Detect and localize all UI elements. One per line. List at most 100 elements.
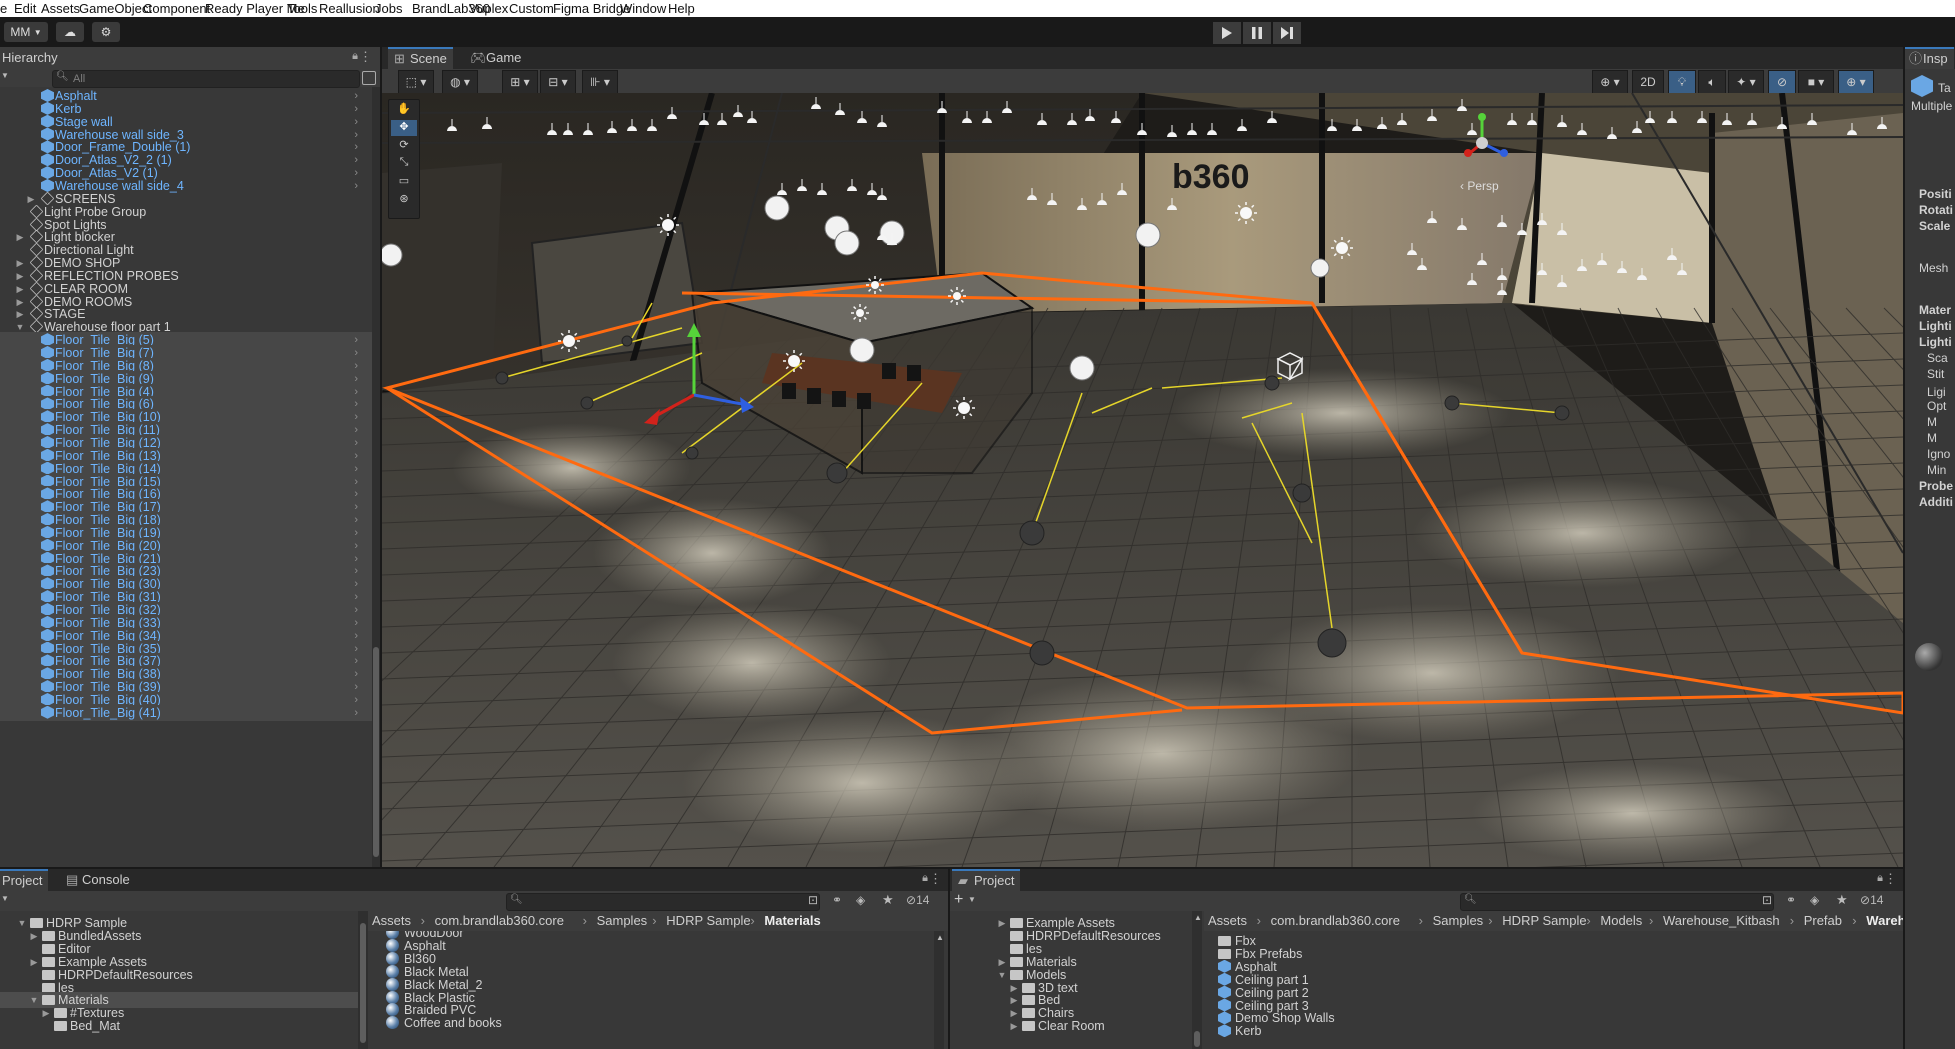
effects-dropdown[interactable]: ✦ ▾ (1728, 70, 1764, 94)
hierarchy-scroll-thumb[interactable] (373, 647, 379, 857)
hidden-count-icon[interactable]: ⊘14 (906, 893, 929, 907)
inspector-row[interactable]: Positi (1919, 187, 1952, 201)
tag-icon[interactable]: ◈ (1810, 893, 1819, 907)
kebab-menu-icon[interactable]: ⋮ (929, 871, 942, 887)
breadcrumb-item[interactable]: Materials (764, 911, 820, 931)
pause-button[interactable] (1243, 22, 1271, 44)
transform-tool-icon[interactable]: ⊛ (391, 192, 417, 208)
menu-item-13[interactable]: Window (620, 1, 666, 16)
menu-item-2[interactable]: Assets (41, 1, 80, 16)
project-left-asset-scrollbar[interactable]: ▲ (934, 931, 944, 1049)
inspector-row[interactable]: Lighti (1919, 319, 1952, 333)
hierarchy-row[interactable]: Floor_Tile_Big (41) › (0, 704, 372, 721)
lighting-toggle-icon[interactable]: 💡︎ (1668, 70, 1696, 94)
hierarchy-tab[interactable]: Hierarchy (0, 47, 64, 69)
rotate-tool-icon[interactable]: ⟳ (391, 138, 417, 154)
gizmos-dropdown[interactable]: ⊕ ▾ (1838, 70, 1874, 94)
search-by-label-icon[interactable]: ⚭ (1786, 893, 1796, 907)
tab-inspector[interactable]: ⓘ Insp (1905, 47, 1954, 69)
tab-scene[interactable]: ⊞ Scene (388, 47, 453, 69)
inspector-row[interactable]: Opt (1927, 399, 1946, 413)
account-dropdown[interactable]: MM ▼ (4, 22, 48, 42)
grid-toggle-dropdown[interactable]: ⊟ ▾ (540, 70, 576, 94)
scroll-thumb[interactable] (1194, 1031, 1200, 1047)
tab-project-right[interactable]: ▰ Project (952, 869, 1021, 891)
lock-icon[interactable]: 🔒︎ (352, 50, 358, 63)
cloud-icon[interactable]: ☁ (56, 22, 84, 42)
move-tool-icon[interactable]: ✥ (391, 120, 417, 136)
step-button[interactable] (1273, 22, 1301, 44)
menu-item-0[interactable]: e (0, 1, 7, 16)
hierarchy-search-input[interactable]: 🔍︎ All (52, 70, 360, 88)
asset-row[interactable]: Coffee and books (370, 1015, 930, 1031)
inspector-row[interactable]: Sca (1927, 351, 1948, 365)
breadcrumb-item[interactable]: Samples (597, 911, 648, 931)
mode-2d-button[interactable]: 2D (1632, 70, 1664, 94)
breadcrumb-item[interactable]: HDRP Sample (1502, 911, 1586, 931)
grid-snapping-dropdown[interactable]: ⊞ ▾ (502, 70, 538, 94)
menu-item-14[interactable]: Help (668, 1, 695, 16)
breadcrumb-item[interactable]: Prefab (1804, 911, 1842, 931)
breadcrumb-item[interactable]: com.brandlab360.core (435, 911, 564, 931)
inspector-row[interactable]: Lighti (1919, 335, 1952, 349)
material-preview[interactable] (1915, 643, 1943, 671)
search-by-type-icon[interactable]: ⊡ (808, 893, 818, 907)
scroll-thumb[interactable] (360, 923, 366, 1043)
scene-viewport[interactable]: b360 ‹ Persp ✋ ✥ ⟳ ⤡ ▭ ⊛ (382, 93, 1903, 867)
menu-item-6[interactable]: Tools (287, 1, 317, 16)
view-tool-icon[interactable]: ✋ (391, 102, 417, 118)
tab-project[interactable]: Project (0, 869, 49, 891)
favorite-star-icon[interactable]: ★ (882, 892, 894, 908)
expand-right-icon[interactable]: ▶ (1008, 1018, 1020, 1034)
inspector-row[interactable]: Min (1927, 463, 1946, 477)
tab-console[interactable]: ▤ Console (62, 869, 136, 891)
inspector-row[interactable]: Igno (1927, 447, 1950, 461)
increment-snap-dropdown[interactable]: ⊪ ▾ (582, 70, 618, 94)
inspector-row[interactable]: Probe (1919, 479, 1953, 493)
breadcrumb-item[interactable]: Warehouse_Kitbash (1663, 911, 1780, 931)
breadcrumb-item[interactable]: HDRP Sample (666, 911, 750, 931)
scroll-up-icon[interactable]: ▲ (936, 933, 944, 942)
add-icon[interactable]: + (954, 891, 963, 909)
inspector-row[interactable]: Ligi (1927, 385, 1946, 399)
project-right-tree-scrollbar[interactable]: ▲ (1192, 911, 1202, 1049)
search-by-label-icon[interactable]: ⚭ (832, 893, 842, 907)
open-prefab-chevron-icon[interactable]: › (354, 705, 358, 721)
shading-mode-dropdown[interactable]: ◍ ▾ (442, 70, 478, 94)
inspector-row[interactable]: M (1927, 431, 1937, 445)
project-folder-row[interactable]: ▶ Clear Room (950, 1018, 1190, 1034)
menu-item-10[interactable]: Vuplex (469, 1, 508, 16)
draw-mode-dropdown[interactable]: ⬚ ▾ (398, 70, 434, 94)
play-button[interactable] (1213, 22, 1241, 44)
inspector-row[interactable]: Stit (1927, 367, 1944, 381)
audio-toggle-icon[interactable]: 🔈︎ (1698, 70, 1726, 94)
scale-tool-icon[interactable]: ⤡ (391, 156, 417, 172)
light-gizmo-icon[interactable] (948, 287, 966, 305)
inspector-row[interactable]: Scale (1919, 219, 1950, 233)
menu-item-12[interactable]: Figma Bridge (553, 1, 630, 16)
menu-item-3[interactable]: GameObject (79, 1, 152, 16)
menu-item-8[interactable]: Jobs (375, 1, 402, 16)
asset-row[interactable]: Kerb (1214, 1023, 1884, 1039)
project-folder-row[interactable]: Bed_Mat (0, 1018, 358, 1034)
hidden-objects-icon[interactable]: ⊘ (1768, 70, 1796, 94)
gizmo-orientation-dropdown[interactable]: ⊕ ▾ (1592, 70, 1628, 94)
breadcrumb-item[interactable]: Assets (1208, 911, 1247, 931)
create-dropdown-icon[interactable]: ▼ (1, 894, 9, 903)
favorite-star-icon[interactable]: ★ (1836, 892, 1848, 908)
breadcrumb-item[interactable]: Assets (372, 911, 411, 931)
project-left-search[interactable]: 🔍︎ (506, 893, 820, 911)
create-dropdown-icon[interactable]: ▼ (1, 71, 9, 80)
rect-tool-icon[interactable]: ▭ (391, 174, 417, 190)
camera-dropdown[interactable]: ■ ▾ (1798, 70, 1834, 94)
menu-item-7[interactable]: Reallusion (319, 1, 380, 16)
light-gizmo-icon[interactable] (851, 304, 869, 322)
tab-game[interactable]: 🎮︎ Game (466, 47, 527, 69)
scroll-up-icon[interactable]: ▲ (1194, 913, 1202, 922)
breadcrumb-item[interactable]: Samples (1433, 911, 1484, 931)
project-left-tree-scrollbar[interactable] (358, 911, 368, 1049)
lock-icon[interactable]: 🔒︎ (1877, 872, 1883, 885)
menu-item-4[interactable]: Component (143, 1, 210, 16)
breadcrumb-item[interactable]: Warehouse Sec (1866, 911, 1903, 931)
breadcrumb-item[interactable]: com.brandlab360.core (1271, 911, 1400, 931)
